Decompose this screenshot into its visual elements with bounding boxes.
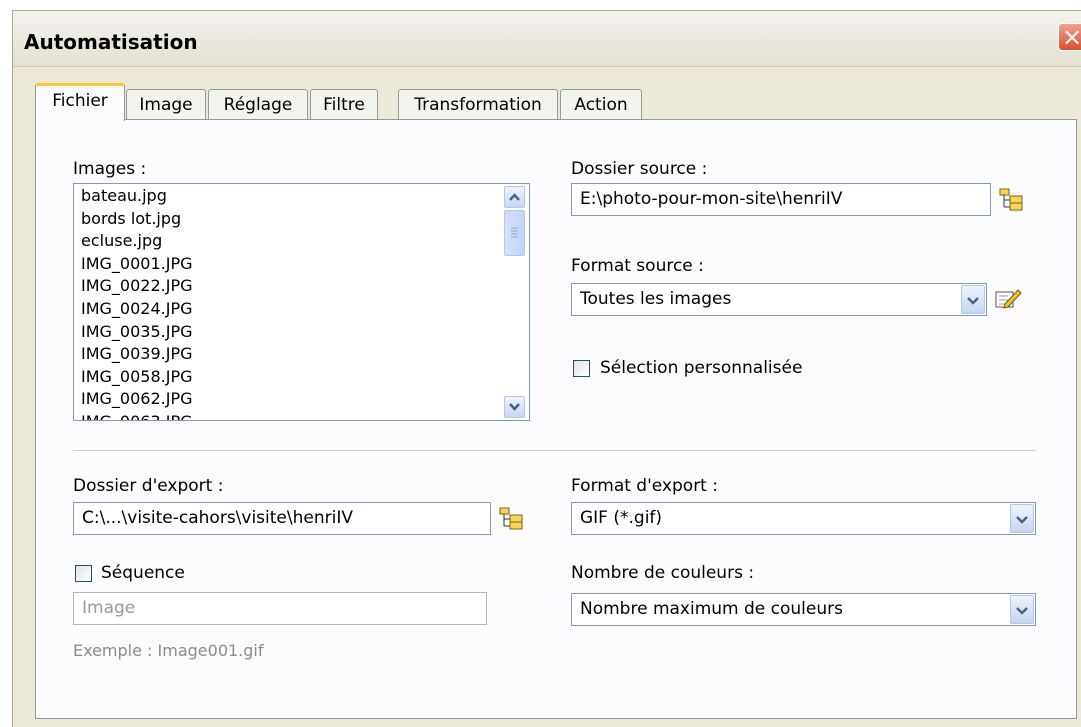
chevron-down-icon	[967, 297, 979, 305]
source-format-select[interactable]: Toutes les images	[571, 283, 987, 316]
images-label: Images :	[73, 159, 147, 179]
browse-export-button[interactable]	[498, 506, 526, 530]
list-item[interactable]: IMG_0039.JPG	[74, 343, 499, 366]
list-item[interactable]: bateau.jpg	[74, 185, 499, 208]
tab-action[interactable]: Action	[560, 89, 642, 120]
list-item[interactable]: IMG_0035.JPG	[74, 321, 499, 344]
tab-filtre[interactable]: Filtre	[310, 89, 378, 120]
close-icon: ×	[1061, 23, 1081, 51]
edit-format-button[interactable]	[994, 287, 1022, 311]
export-format-value: GIF (*.gif)	[580, 508, 663, 528]
list-item[interactable]: IMG_0001.JPG	[74, 253, 499, 276]
chevron-down-icon	[1016, 607, 1028, 615]
images-listbox[interactable]: bateau.jpg bords lot.jpg ecluse.jpg IMG_000…	[73, 183, 530, 421]
images-list: bateau.jpg bords lot.jpg ecluse.jpg IMG_000…	[74, 185, 499, 420]
colors-label: Nombre de couleurs :	[571, 563, 755, 583]
tab-fichier[interactable]: Fichier	[35, 83, 125, 121]
tab-page-fichier: Images : bateau.jpg bords lot.jpg ecluse.j…	[35, 119, 1077, 719]
automation-dialog: Automatisation × Fichier Image Réglage F…	[12, 10, 1081, 727]
tab-image[interactable]: Image	[126, 89, 206, 120]
source-format-dropdown-button[interactable]	[961, 285, 985, 314]
export-folder-input[interactable]: C:\...\visite-cahors\visite\henriIV	[73, 502, 491, 535]
edit-pencil-icon	[995, 289, 1022, 309]
chevron-down-icon	[1016, 516, 1028, 524]
sequence-label: Séquence	[101, 563, 185, 583]
list-item[interactable]: IMG_0024.JPG	[74, 298, 499, 321]
custom-selection-checkbox[interactable]	[573, 360, 590, 377]
sequence-example-text: Exemple : Image001.gif	[73, 641, 264, 660]
scroll-down-button[interactable]	[504, 396, 525, 418]
colors-dropdown-button[interactable]	[1010, 595, 1034, 624]
sequence-name-input[interactable]: Image	[73, 592, 487, 625]
colors-select[interactable]: Nombre maximum de couleurs	[571, 593, 1036, 626]
dialog-title: Automatisation	[24, 30, 198, 54]
export-folder-label: Dossier d'export :	[73, 476, 224, 496]
export-format-select[interactable]: GIF (*.gif)	[571, 502, 1036, 535]
source-folder-label: Dossier source :	[571, 159, 708, 179]
source-format-value: Toutes les images	[580, 289, 732, 309]
chevron-down-icon	[509, 403, 520, 411]
browse-source-button[interactable]	[998, 187, 1026, 211]
scroll-thumb[interactable]	[504, 210, 525, 256]
tab-reglage[interactable]: Réglage	[208, 89, 308, 120]
chevron-up-icon	[509, 193, 520, 201]
export-format-dropdown-button[interactable]	[1010, 504, 1034, 533]
list-item[interactable]: IMG_0022.JPG	[74, 275, 499, 298]
tab-transformation[interactable]: Transformation	[398, 89, 558, 120]
sequence-checkbox[interactable]	[75, 565, 92, 582]
folder-tree-icon	[499, 507, 523, 530]
scroll-up-button[interactable]	[504, 186, 525, 208]
folder-tree-icon	[999, 188, 1023, 211]
list-item[interactable]: IMG_0062.JPG	[74, 388, 499, 411]
images-scrollbar[interactable]	[504, 186, 527, 418]
list-item[interactable]: ecluse.jpg	[74, 230, 499, 253]
list-item[interactable]: IMG_0063.JPG	[74, 411, 499, 420]
export-format-label: Format d'export :	[571, 476, 718, 496]
source-format-label: Format source :	[571, 256, 704, 276]
grip-icon	[511, 227, 518, 238]
close-button[interactable]: ×	[1058, 23, 1081, 51]
list-item[interactable]: bords lot.jpg	[74, 208, 499, 231]
title-bar: Automatisation ×	[13, 11, 1081, 67]
custom-selection-label: Sélection personnalisée	[600, 358, 803, 378]
source-folder-input[interactable]: E:\photo-pour-mon-site\henriIV	[571, 183, 991, 216]
section-separator	[73, 450, 1036, 451]
list-item[interactable]: IMG_0058.JPG	[74, 366, 499, 389]
colors-value: Nombre maximum de couleurs	[580, 599, 843, 619]
